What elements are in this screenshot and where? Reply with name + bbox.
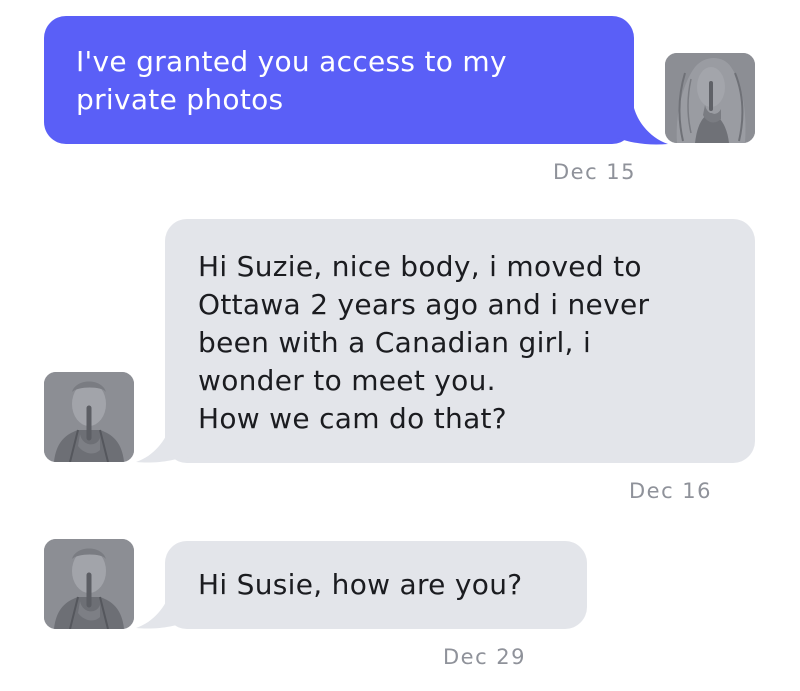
message-bubble-received[interactable]: Hi Susie, how are you? — [165, 541, 587, 629]
message-bubble-received[interactable]: Hi Suzie, nice body, i moved to Ottawa 2… — [165, 219, 755, 463]
message-timestamp: Dec 16 — [629, 479, 713, 503]
message-text: Hi Suzie, nice body, i moved to Ottawa 2… — [198, 250, 650, 435]
message-timestamp: Dec 15 — [553, 160, 637, 184]
message-text: I've granted you access to my private ph… — [76, 45, 507, 116]
woman-shush-avatar-icon[interactable] — [665, 53, 755, 143]
bubble-tail — [136, 426, 194, 463]
message-bubble-sent[interactable]: I've granted you access to my private ph… — [44, 16, 634, 144]
message-text: Hi Susie, how are you? — [198, 568, 523, 601]
man-shush-avatar-icon[interactable] — [44, 539, 134, 629]
message-timestamp: Dec 29 — [443, 645, 527, 669]
message-thread: I've granted you access to my private ph… — [0, 0, 800, 691]
bubble-tail — [610, 108, 668, 145]
bubble-tail — [136, 592, 194, 629]
man-shush-avatar-icon[interactable] — [44, 372, 134, 462]
